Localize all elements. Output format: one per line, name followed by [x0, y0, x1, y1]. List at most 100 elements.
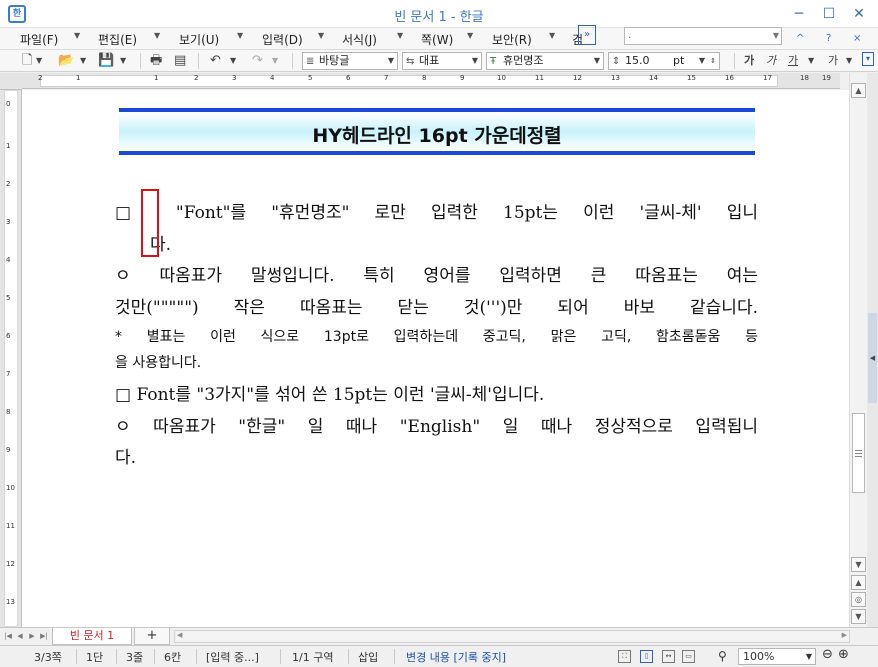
view-fit-width-icon[interactable]: ↔ [662, 650, 675, 663]
close-doc-button[interactable]: × [853, 33, 861, 44]
chevron-down-icon[interactable]: ▼ [773, 28, 779, 44]
ruler-tick-label: 2 [38, 74, 43, 82]
chevron-down-icon[interactable]: ▼ [36, 52, 42, 70]
scroll-up-icon[interactable]: ▲ [851, 83, 866, 98]
status-page[interactable]: 3/3쪽 [34, 649, 62, 665]
menu-security-arrow-icon[interactable]: ▼ [549, 31, 555, 40]
paragraph-line[interactable]: 을 사용합니다. [115, 352, 758, 374]
bold-button[interactable]: 가 [744, 52, 754, 70]
language-combo[interactable]: ⇆ 대표 ▼ [402, 52, 482, 70]
chevron-down-icon[interactable]: ▼ [846, 52, 852, 70]
minimize-button[interactable]: ─ [784, 0, 814, 28]
paragraph-line[interactable]: ㅇ 따옴표가 "한글" 일 때나 "English" 일 때나 정상적으로 입력… [115, 412, 758, 437]
vertical-scrollbar[interactable]: ▲ ▼ ▲ ◎ ▼ [849, 73, 867, 627]
view-page-icon[interactable]: ▯ [640, 650, 653, 663]
view-fullscreen-icon[interactable]: ⛶ [618, 650, 631, 663]
menu-format-arrow-icon[interactable]: ▼ [397, 31, 403, 40]
ruler-tick-label: 1 [76, 74, 81, 82]
ruler-tick-label: 14 [649, 74, 658, 82]
maximize-button[interactable]: ☐ [814, 0, 844, 28]
menu-file-arrow-icon[interactable]: ▼ [74, 31, 80, 40]
chevron-down-icon[interactable]: ▼ [806, 649, 812, 664]
chevron-down-icon[interactable]: ▼ [80, 52, 86, 70]
spin-icon[interactable]: ⇕ [710, 53, 716, 69]
add-tab-button[interactable]: + [134, 628, 170, 645]
paragraph-line[interactable]: □ Font를 "3가지"를 섞어 쓴 15pt는 이런 '글씨-체'입니다. [115, 380, 758, 405]
zoom-search-icon[interactable]: ⚲ [718, 649, 727, 663]
new-document-icon[interactable]: 🗋 [22, 52, 32, 70]
zoom-combo[interactable]: 100% ▼ [738, 648, 816, 665]
ribbon-collapse-button[interactable]: ^ [796, 33, 804, 44]
tab-document[interactable]: 빈 문서 1 [52, 628, 132, 645]
menu-security[interactable]: 보안(R) [492, 31, 532, 48]
print-preview-icon[interactable]: ▤ [174, 52, 186, 70]
italic-button[interactable]: 가 [766, 52, 776, 70]
print-icon[interactable]: 🖶 [150, 52, 162, 70]
font-size-combo[interactable]: ⇕ 15.0 pt ▼ ⇕ [608, 52, 720, 70]
page-select-icon[interactable]: ◎ [851, 592, 866, 607]
search-combo[interactable]: . ▼ [624, 27, 782, 45]
zoom-in-icon[interactable]: ⊕ [838, 647, 849, 662]
strikethrough-button[interactable]: 가 [828, 52, 838, 70]
font-combo[interactable]: Ŧ 휴먼명조 ▼ [486, 52, 604, 70]
paragraph-line[interactable]: 것만(""""") 작은 따옴표는 닫는 것(''')만 되어 바보 같습니다. [115, 293, 758, 318]
open-folder-icon[interactable]: 📂 [58, 52, 74, 70]
chevron-down-icon[interactable]: ▼ [230, 52, 236, 70]
menu-insert[interactable]: 입력(D) [262, 31, 303, 48]
next-tab-icon[interactable]: ▶ [26, 630, 38, 643]
menu-insert-arrow-icon[interactable]: ▼ [318, 31, 324, 40]
vertical-ruler[interactable]: 0 1 2 3 4 5 6 7 8 9 10 11 12 13 [0, 90, 22, 627]
status-insert-mode[interactable]: 삽입 [358, 649, 378, 665]
prev-tab-icon[interactable]: ◀ [14, 630, 26, 643]
toolbar-more-button[interactable]: ▾ [862, 52, 874, 66]
chevron-down-icon[interactable]: ▼ [699, 53, 705, 69]
page-up-icon[interactable]: ▲ [851, 575, 866, 590]
scroll-down-icon[interactable]: ▼ [851, 557, 866, 572]
underline-button[interactable]: 가 [788, 52, 798, 70]
status-column: 1단 [86, 651, 104, 664]
chevron-down-icon[interactable]: ▼ [472, 53, 478, 69]
undo-icon[interactable]: ↶ [210, 52, 221, 70]
last-tab-icon[interactable]: ▶| [38, 630, 50, 643]
paragraph-line[interactable]: * 별표는 이런 식으로 13pt로 입력하는데 중고딕, 맑은 고딕, 함초롬… [115, 326, 758, 348]
menu-view[interactable]: 보기(U) [179, 31, 219, 48]
chevron-down-icon[interactable]: ▼ [272, 52, 278, 70]
style-combo[interactable]: ≣ 바탕글 ▼ [302, 52, 398, 70]
view-two-page-icon[interactable]: ▭ [682, 650, 695, 663]
scroll-thumb[interactable] [852, 413, 865, 493]
zoom-out-icon[interactable]: ⊖ [822, 647, 833, 662]
close-button[interactable]: ✕ [844, 0, 874, 28]
scroll-right-icon[interactable]: ▶ [842, 631, 847, 639]
page-down-icon[interactable]: ▼ [851, 609, 866, 624]
horizontal-ruler[interactable]: 2 1 1 2 3 4 5 6 7 8 9 10 11 12 13 14 15 … [22, 73, 840, 89]
vruler-tick-label: 11 [6, 522, 15, 530]
horizontal-scrollbar[interactable]: ◀ ▶ [174, 630, 850, 643]
menu-format[interactable]: 서식(J) [342, 31, 377, 48]
chevron-down-icon[interactable]: ▼ [808, 52, 814, 70]
document-page[interactable]: HY헤드라인 16pt 가운데정렬 □ "Font"를 "휴먼명조" 로만 입력… [22, 90, 849, 627]
menu-page[interactable]: 쪽(W) [421, 31, 453, 48]
paragraph-line[interactable]: □ "Font"를 "휴먼명조" 로만 입력한 15pt는 이런 '글씨-체' … [115, 198, 758, 223]
menu-edit-arrow-icon[interactable]: ▼ [154, 31, 160, 40]
chevron-down-icon[interactable]: ▼ [120, 52, 126, 70]
side-panel-toggle-icon[interactable]: ◀ [868, 313, 877, 403]
menu-page-arrow-icon[interactable]: ▼ [467, 31, 473, 40]
first-tab-icon[interactable]: |◀ [2, 630, 14, 643]
status-track-changes[interactable]: 변경 내용 [기록 중지] [406, 649, 506, 665]
font-value: 휴먼명조 [503, 54, 544, 67]
menu-file[interactable]: 파일(F) [20, 31, 58, 48]
redo-icon[interactable]: ↷ [252, 52, 263, 70]
paragraph-line[interactable]: 다. [115, 443, 758, 468]
menu-edit[interactable]: 편집(E) [98, 31, 137, 48]
menu-view-arrow-icon[interactable]: ▼ [237, 31, 243, 40]
scroll-left-icon[interactable]: ◀ [177, 631, 182, 639]
paragraph-line[interactable]: 다. [150, 230, 750, 255]
help-button[interactable]: ? [826, 33, 831, 44]
save-icon[interactable]: 💾 [98, 52, 114, 70]
paragraph-line[interactable]: ㅇ 따옴표가 말썽입니다. 특히 영어를 입력하면 큰 따옴표는 여는 [115, 261, 758, 286]
chevron-down-icon[interactable]: ▼ [594, 53, 600, 69]
menu-more-button[interactable]: » [578, 25, 596, 45]
vruler-tick-label: 4 [6, 256, 11, 264]
status-section[interactable]: 1/1 구역 [292, 649, 333, 665]
chevron-down-icon[interactable]: ▼ [388, 53, 394, 69]
